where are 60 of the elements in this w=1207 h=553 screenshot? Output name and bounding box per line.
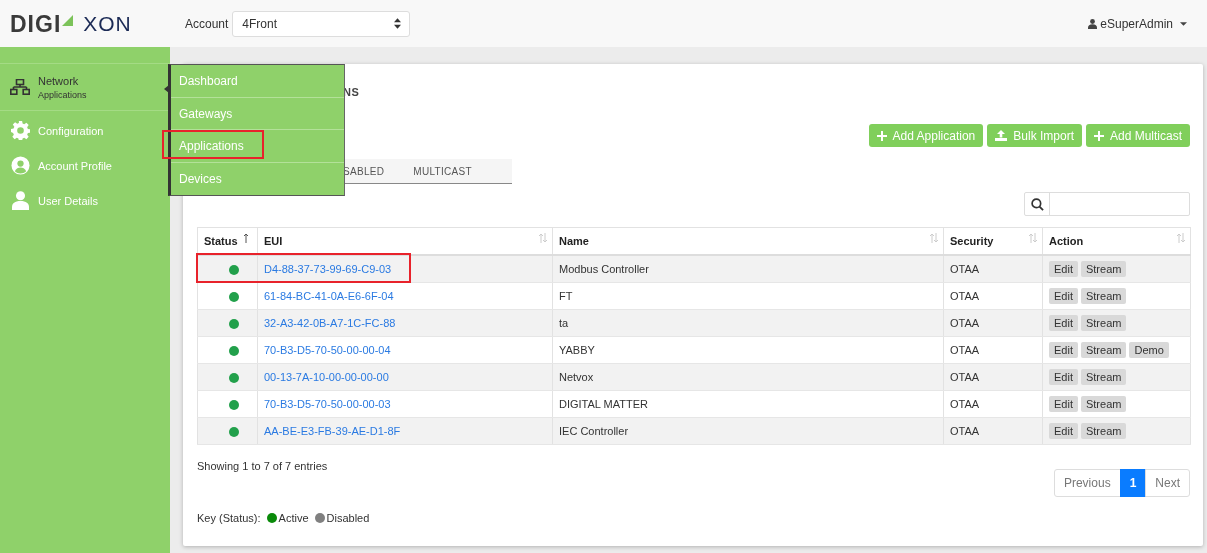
page-button[interactable]: Previous — [1053, 468, 1121, 497]
dropdown-arrows-icon — [394, 18, 402, 29]
eui-link[interactable]: 61-84-BC-41-0A-E6-6F-04 — [264, 289, 394, 302]
user-icon — [1088, 18, 1098, 29]
key-label: Key (Status): — [197, 511, 261, 524]
row-action-button[interactable]: Stream — [1080, 260, 1127, 277]
row-action-button[interactable]: Edit — [1049, 341, 1078, 358]
eui-link[interactable]: 70-B3-D5-70-50-00-00-03 — [264, 397, 391, 410]
table-cell: OTAA — [943, 390, 1043, 417]
caret-icon — [1180, 21, 1187, 26]
table-cell: Netvox — [552, 363, 944, 390]
table-cell: OTAA — [943, 417, 1043, 444]
row-action-button[interactable]: Stream — [1080, 422, 1127, 439]
table-cell: OTAA — [943, 336, 1043, 363]
table-cell: FT — [552, 282, 944, 309]
entries-summary: Showing 1 to 7 of 7 entries — [197, 459, 329, 472]
page-button[interactable]: Next — [1145, 468, 1190, 497]
logo: DIGI XON — [10, 11, 133, 36]
column-header[interactable]: Status — [197, 227, 258, 255]
gear-icon — [10, 121, 30, 140]
account-dropdown[interactable]: 4Front — [232, 10, 411, 37]
row-action-button[interactable]: Edit — [1049, 368, 1078, 385]
table-cell: OTAA — [943, 309, 1043, 336]
plus-icon — [1093, 130, 1104, 141]
tab[interactable]: MULTICAST — [413, 159, 494, 183]
table-cell: IEC Controller — [552, 417, 944, 444]
account-label: Account — [185, 16, 229, 31]
table-cell: OTAA — [943, 363, 1043, 390]
user-icon — [10, 191, 30, 210]
column-header[interactable]: EUI — [257, 227, 553, 255]
row-action-button[interactable]: Demo — [1129, 341, 1169, 358]
row-action-button[interactable]: Stream — [1080, 341, 1127, 358]
row-action-button[interactable]: Edit — [1049, 314, 1078, 331]
column-header[interactable]: Action — [1042, 227, 1191, 255]
table-cell: ta — [552, 309, 944, 336]
search-field[interactable] — [1024, 192, 1190, 216]
table-cell: YABBY — [552, 336, 944, 363]
user-circle-icon — [10, 156, 30, 175]
table-cell: OTAA — [943, 282, 1043, 309]
column-header[interactable]: Name — [552, 227, 944, 255]
key-label: Disabled — [326, 511, 370, 524]
key-label: Active — [278, 511, 309, 524]
table-cell: Modbus Controller — [552, 254, 944, 282]
column-header[interactable]: Security — [943, 227, 1043, 255]
row-action-button[interactable]: Edit — [1049, 422, 1078, 439]
table-cell: OTAA — [943, 254, 1043, 282]
row-action-button[interactable]: Stream — [1080, 314, 1127, 331]
row-action-button[interactable]: Edit — [1049, 260, 1078, 277]
table-cell: DIGITAL MATTER — [552, 390, 944, 417]
row-action-button[interactable]: Edit — [1049, 287, 1078, 304]
row-action-button[interactable]: Stream — [1080, 368, 1127, 385]
eui-link[interactable]: 70-B3-D5-70-50-00-00-04 — [264, 343, 391, 356]
network-icon — [10, 79, 30, 95]
tab[interactable]: SABLED — [343, 159, 414, 183]
upload-icon — [995, 130, 1008, 141]
row-action-button[interactable]: Stream — [1080, 287, 1127, 304]
user-menu[interactable]: eSuperAdmin — [1088, 16, 1187, 31]
row-action-button[interactable]: Edit — [1049, 395, 1078, 412]
plus-icon — [876, 130, 887, 141]
row-action-button[interactable]: Stream — [1080, 395, 1127, 412]
